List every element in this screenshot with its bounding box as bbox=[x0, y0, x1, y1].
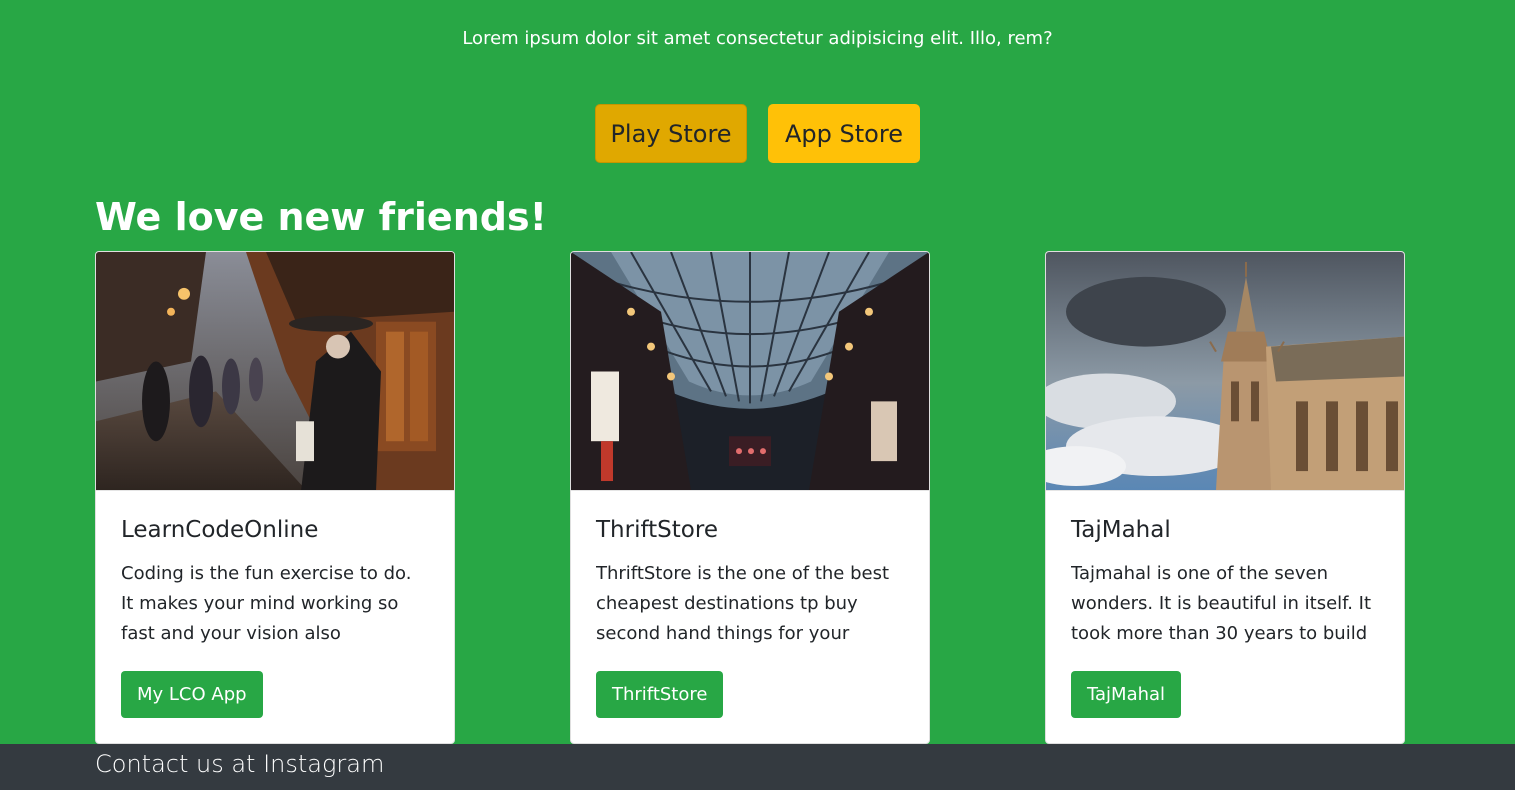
card-title: LearnCodeOnline bbox=[121, 517, 319, 543]
store-buttons: Play Store App Store bbox=[0, 104, 1515, 163]
app-store-button[interactable]: App Store bbox=[768, 104, 920, 163]
footer-contact-text: Contact us at Instagram bbox=[95, 750, 385, 778]
play-store-button[interactable]: Play Store bbox=[595, 104, 747, 163]
arcade-photo-image bbox=[571, 252, 929, 491]
footer: Contact us at Instagram bbox=[0, 744, 1515, 790]
intro-text: Lorem ipsum dolor sit amet consectetur a… bbox=[462, 28, 1053, 49]
section-title: We love new friends! bbox=[95, 195, 547, 239]
card-text: Tajmahal is one of the seven wonders. It… bbox=[1071, 563, 1371, 644]
my-lco-app-button[interactable]: My LCO App bbox=[121, 671, 263, 718]
card-row: LearnCodeOnline Coding is the fun exerci… bbox=[95, 251, 1405, 744]
card-body: TajMahal Tajmahal is one of the seven wo… bbox=[1046, 491, 1404, 718]
card-text: ThriftStore is the one of the best cheap… bbox=[596, 563, 890, 644]
card-body: LearnCodeOnline Coding is the fun exerci… bbox=[96, 491, 454, 718]
card-tajmahal: TajMahal Tajmahal is one of the seven wo… bbox=[1045, 251, 1405, 744]
card-thriftstore: ThriftStore ThriftStore is the one of th… bbox=[570, 251, 930, 744]
landing-page: Lorem ipsum dolor sit amet consectetur a… bbox=[0, 0, 1515, 790]
cathedral-photo-image bbox=[1046, 252, 1404, 491]
tajmahal-button[interactable]: TajMahal bbox=[1071, 671, 1182, 718]
card-text: Coding is the fun exercise to do. It mak… bbox=[121, 563, 412, 644]
thriftstore-button[interactable]: ThriftStore bbox=[596, 671, 724, 718]
card-title: TajMahal bbox=[1071, 517, 1171, 543]
card-learncodeonline: LearnCodeOnline Coding is the fun exerci… bbox=[95, 251, 455, 744]
card-body: ThriftStore ThriftStore is the one of th… bbox=[571, 491, 929, 718]
card-title: ThriftStore bbox=[596, 517, 718, 543]
street-photo-image bbox=[96, 252, 454, 491]
